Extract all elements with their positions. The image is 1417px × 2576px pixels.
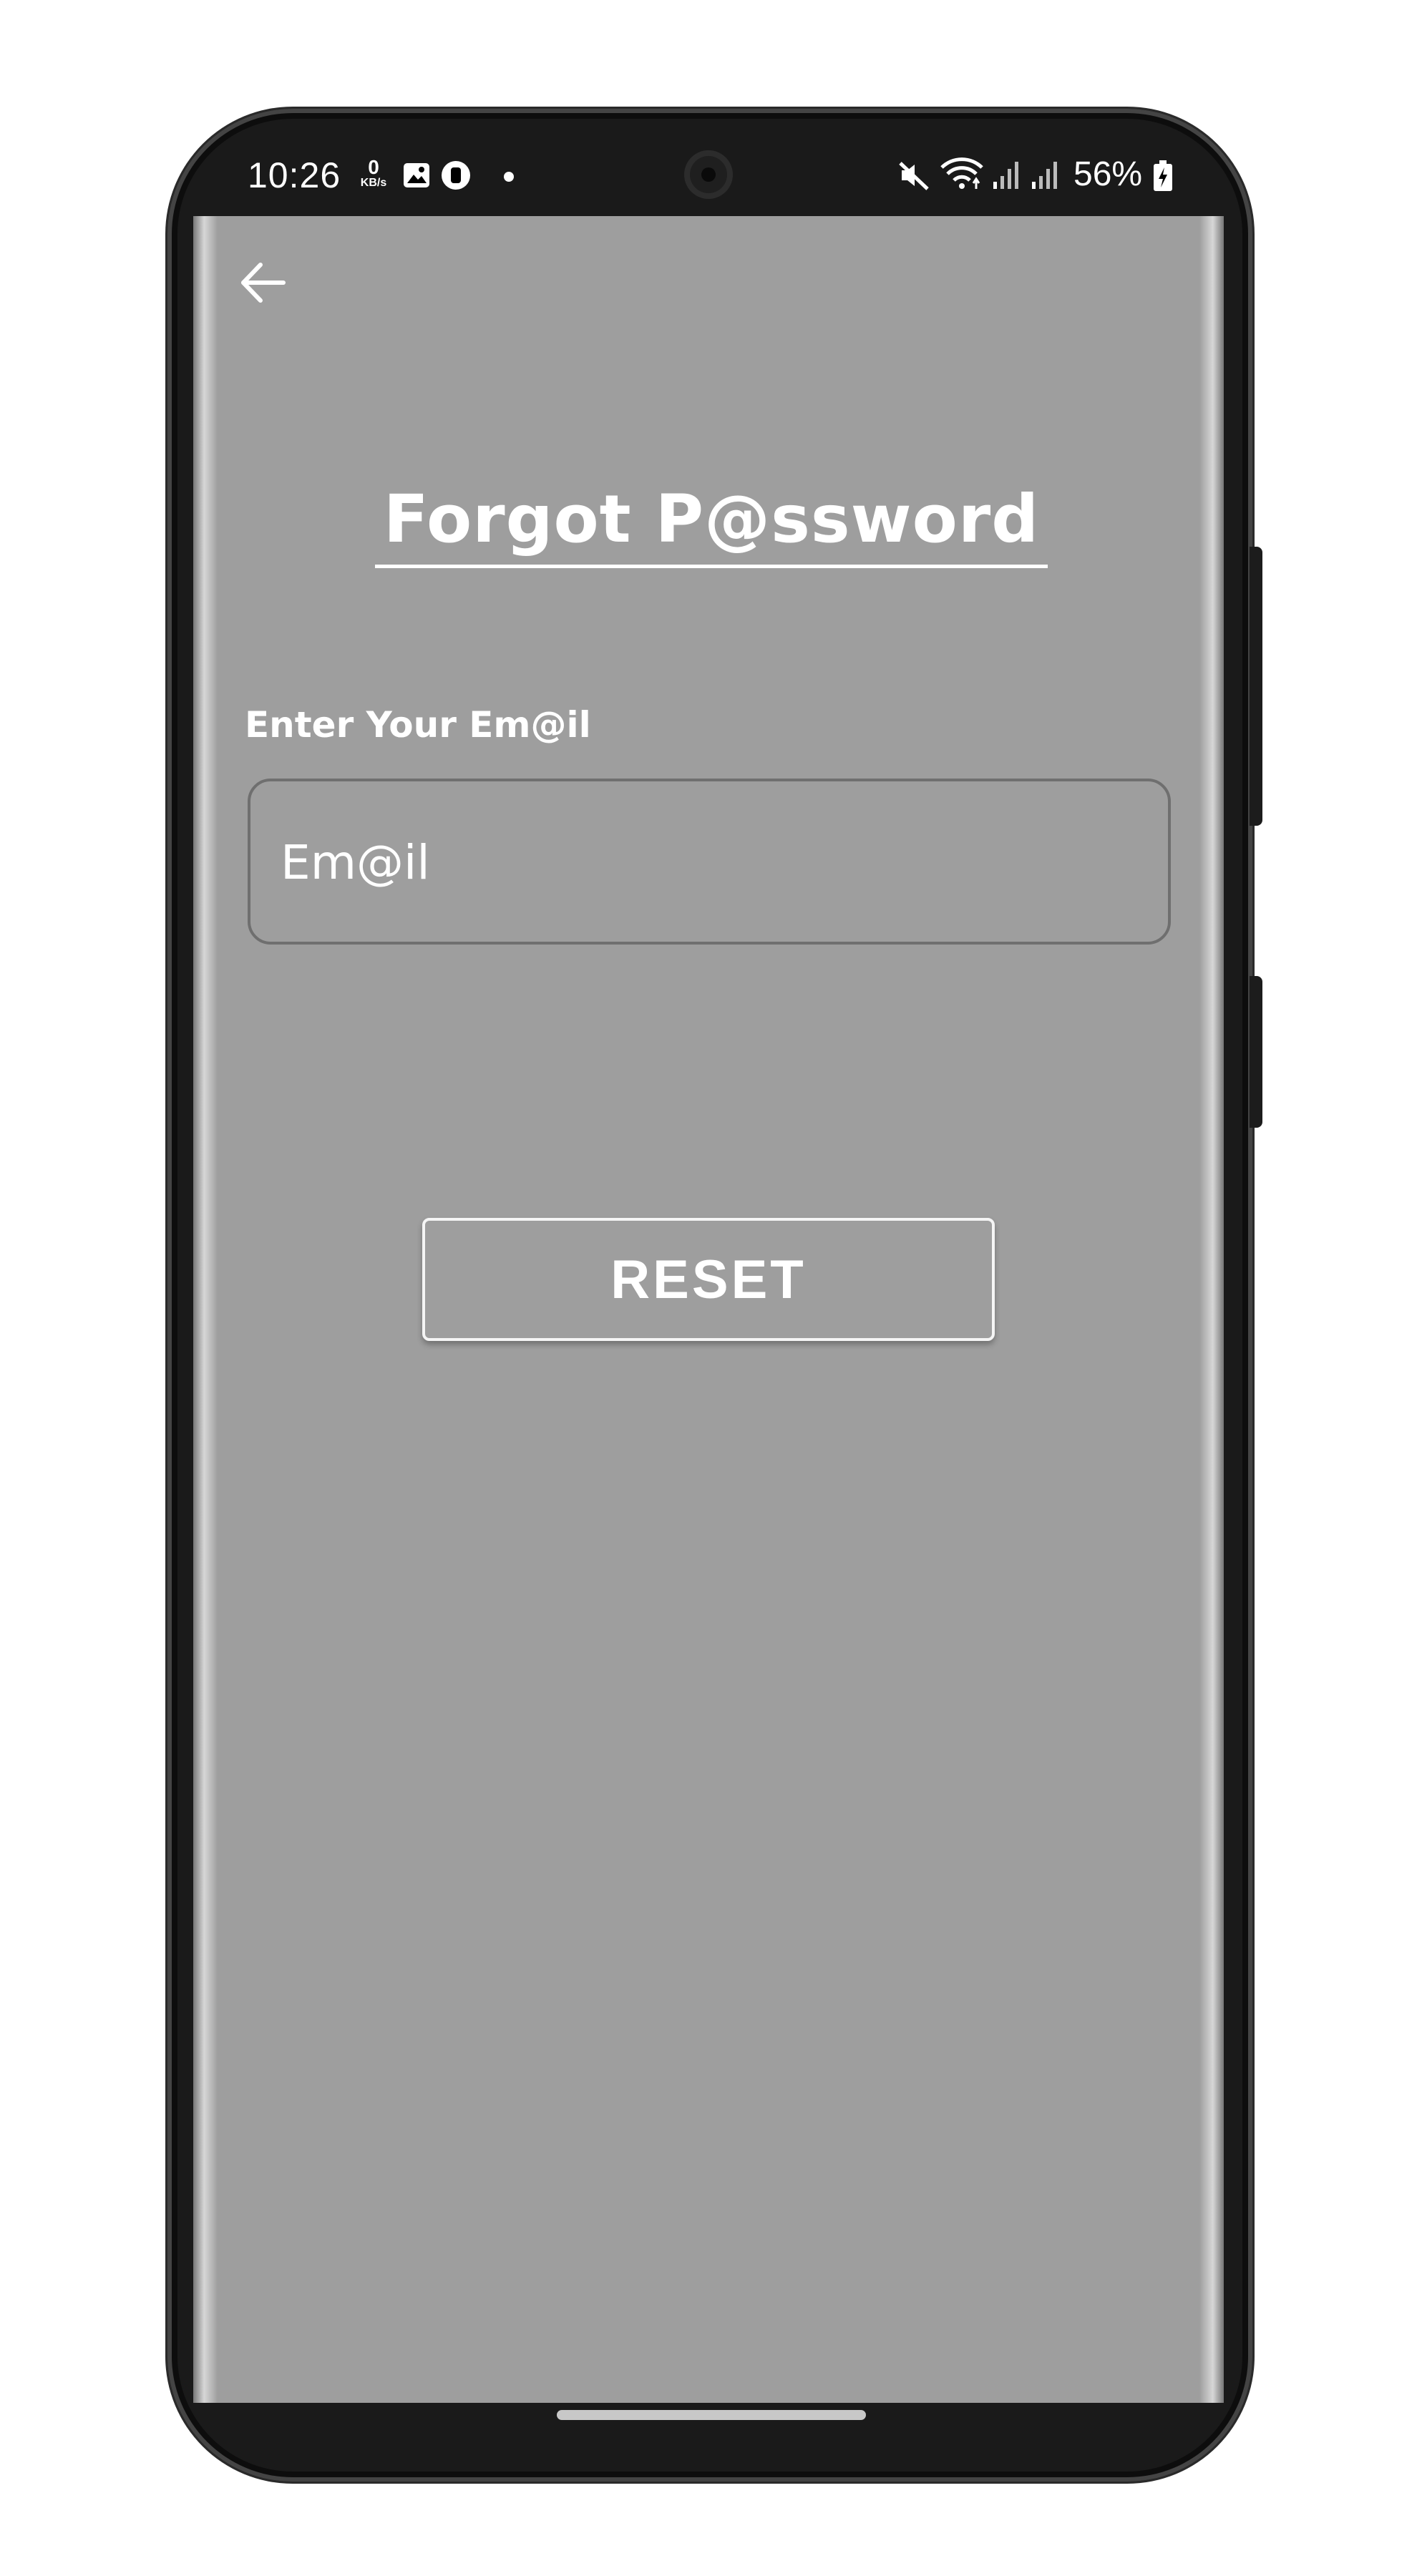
signal-icon [993,162,1018,189]
email-label: Enter Your Em@il [245,704,591,746]
network-speed-unit: KB/s [360,177,387,189]
status-time: 10:26 [248,155,341,195]
power-button [1250,547,1262,826]
battery-percentage: 56% [1073,155,1143,193]
arrow-left-icon[interactable] [236,256,289,309]
page-title: Forgot P@ssword [374,481,1048,568]
app-notification-icon [442,161,470,190]
app-screen: Forgot P@ssword Enter Your Em@il RESET [193,216,1224,2403]
notification-dot [504,172,514,182]
status-bar: 10:26 0 KB/s 56% [215,129,1202,216]
battery-charging-icon [1154,160,1172,191]
email-field-container [248,779,1171,945]
volume-button [1250,976,1262,1128]
network-speed: 0 KB/s [352,157,395,189]
title-container: Forgot P@ssword [369,481,1053,568]
page: 10:26 0 KB/s 56% Forgot P@ssword Enter Y… [0,0,1417,2576]
front-camera [684,150,733,199]
email-field[interactable] [279,781,1141,943]
reset-button[interactable]: RESET [422,1218,995,1341]
wifi-icon [940,157,983,189]
network-speed-value: 0 [368,156,379,178]
home-indicator[interactable] [557,2410,866,2420]
signal-icon [1032,162,1057,189]
mute-icon [899,162,929,190]
image-icon [404,163,429,187]
